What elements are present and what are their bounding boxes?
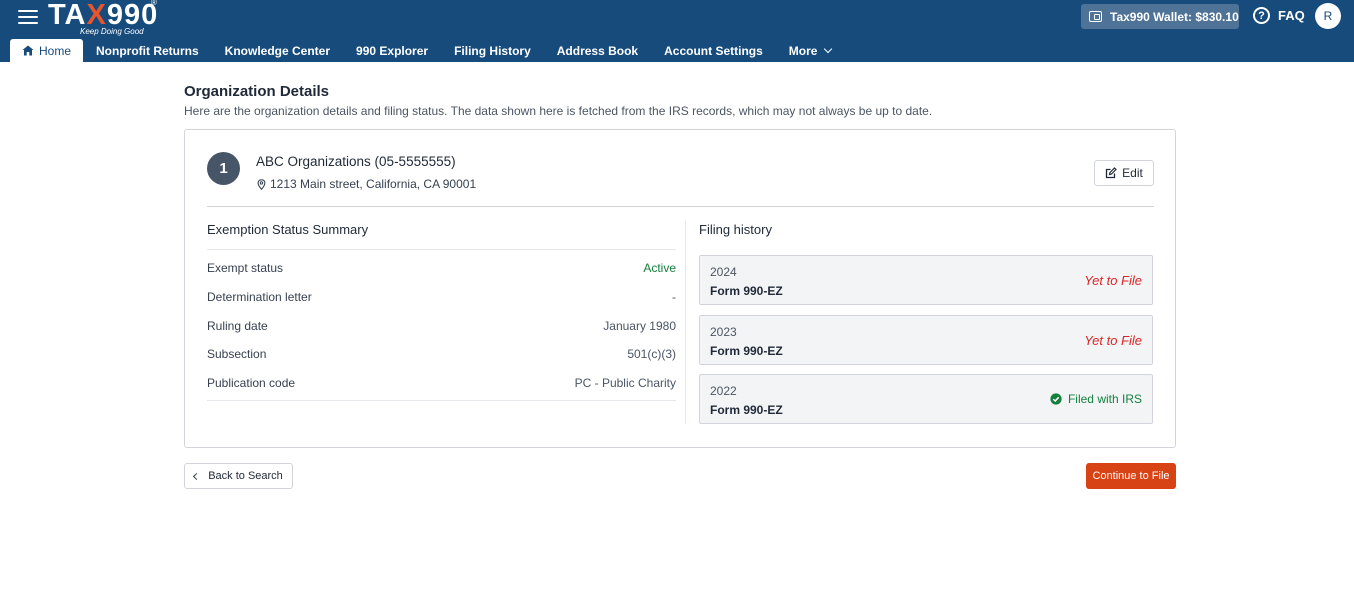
wallet-button[interactable]: Tax990 Wallet: $830.10 — [1081, 4, 1239, 29]
logo-registered-mark: ® — [151, 0, 157, 7]
exemption-row-label: Determination letter — [207, 290, 312, 304]
filing-form: Form 990-EZ — [710, 344, 783, 358]
nav-item-address-book[interactable]: Address Book — [544, 39, 651, 62]
nav-item-account-settings[interactable]: Account Settings — [651, 39, 776, 62]
exemption-summary-title: Exemption Status Summary — [207, 222, 369, 237]
back-to-search-label: Back to Search — [208, 470, 283, 482]
filing-status-label: Filed with IRS — [1067, 392, 1142, 406]
menu-icon[interactable] — [18, 10, 38, 24]
divider — [207, 249, 676, 250]
edit-button[interactable]: Edit — [1094, 160, 1154, 186]
edit-label: Edit — [1122, 166, 1143, 180]
divider — [207, 400, 676, 401]
edit-icon — [1106, 167, 1118, 179]
user-avatar[interactable]: R — [1315, 3, 1341, 29]
organization-name: ABC Organizations (05-5555555) — [256, 154, 456, 169]
page-subtitle: Here are the organization details and fi… — [184, 104, 933, 118]
filing-year: 2024 — [710, 265, 737, 279]
exemption-row-label: Ruling date — [207, 319, 268, 333]
location-pin-icon — [257, 178, 266, 190]
nav-item-label: 990 Explorer — [356, 43, 429, 58]
page-title: Organization Details — [184, 83, 330, 100]
exemption-row-subsection: Subsection 501(c)(3) — [207, 347, 676, 361]
nav-item-990-explorer[interactable]: 990 Explorer — [343, 39, 441, 62]
faq-link[interactable]: ? FAQ — [1253, 7, 1305, 24]
filing-status-filed: Filed with IRS — [1050, 392, 1142, 406]
exemption-row-ruling-date: Ruling date January 1980 — [207, 319, 676, 333]
filing-history-title: Filing history — [699, 222, 772, 237]
nav-item-nonprofit-returns[interactable]: Nonprofit Returns — [83, 39, 212, 62]
filing-year: 2023 — [710, 325, 737, 339]
exemption-row-label: Subsection — [207, 347, 267, 361]
organization-address: 1213 Main street, California, CA 90001 — [257, 177, 476, 191]
tax990-logo[interactable]: TAX990 ® Keep Doing Good — [48, 0, 158, 36]
nav-item-label: Filing History — [454, 43, 531, 58]
organization-address-text: 1213 Main street, California, CA 90001 — [270, 177, 477, 191]
filing-status: Yet to File — [1084, 273, 1142, 288]
main-nav: Home Nonprofit Returns Knowledge Center … — [10, 39, 844, 62]
back-to-search-button[interactable]: Back to Search — [184, 463, 293, 489]
faq-label: FAQ — [1278, 8, 1305, 23]
filing-form: Form 990-EZ — [710, 284, 783, 298]
filing-status: Yet to File — [1084, 333, 1142, 348]
check-badge-icon — [1050, 393, 1062, 405]
filing-history-entry[interactable]: 2023 Form 990-EZ Yet to File — [699, 315, 1153, 365]
organization-card: 1 ABC Organizations (05-5555555) 1213 Ma… — [184, 129, 1176, 448]
exemption-row-determination-letter: Determination letter - — [207, 290, 676, 304]
organization-number-badge: 1 — [207, 152, 240, 185]
nav-item-filing-history[interactable]: Filing History — [441, 39, 544, 62]
continue-to-file-button[interactable]: Continue to File — [1086, 463, 1176, 489]
exemption-row-publication-code: Publication code PC - Public Charity — [207, 376, 676, 390]
help-circle-icon: ? — [1253, 7, 1270, 24]
column-divider — [685, 221, 686, 424]
nav-item-label: Home — [39, 43, 72, 58]
exemption-row-value: Active — [643, 261, 676, 275]
logo-tagline: Keep Doing Good — [80, 27, 144, 36]
nav-item-label: Account Settings — [664, 43, 763, 58]
nav-item-knowledge-center[interactable]: Knowledge Center — [212, 39, 343, 62]
chevron-left-icon — [193, 472, 201, 480]
nav-item-label: Nonprofit Returns — [96, 43, 199, 58]
exemption-row-exempt-status: Exempt status Active — [207, 261, 676, 275]
wallet-label: Tax990 Wallet: $830.10 — [1110, 9, 1239, 24]
exemption-row-label: Exempt status — [207, 261, 284, 275]
filing-history-entry[interactable]: 2024 Form 990-EZ Yet to File — [699, 255, 1153, 305]
filing-form: Form 990-EZ — [710, 403, 783, 417]
nav-item-label: Address Book — [556, 43, 639, 58]
exemption-row-value: PC - Public Charity — [574, 376, 676, 390]
wallet-icon — [1089, 11, 1102, 22]
nav-item-home[interactable]: Home — [10, 39, 84, 62]
exemption-row-value: 501(c)(3) — [627, 347, 676, 361]
top-header: TAX990 ® Keep Doing Good Tax990 Wallet: … — [0, 0, 1354, 62]
chevron-down-icon — [824, 44, 833, 53]
divider — [207, 206, 1154, 207]
home-icon — [22, 45, 34, 56]
exemption-row-value: January 1980 — [603, 319, 676, 333]
nav-item-more[interactable]: More — [776, 39, 845, 62]
filing-history-entry[interactable]: 2022 Form 990-EZ Filed with IRS — [699, 374, 1153, 424]
nav-item-label: More — [788, 43, 818, 58]
nav-item-label: Knowledge Center — [224, 43, 331, 58]
exemption-row-label: Publication code — [207, 376, 296, 390]
exemption-row-value: - — [672, 290, 676, 304]
filing-year: 2022 — [710, 384, 737, 398]
